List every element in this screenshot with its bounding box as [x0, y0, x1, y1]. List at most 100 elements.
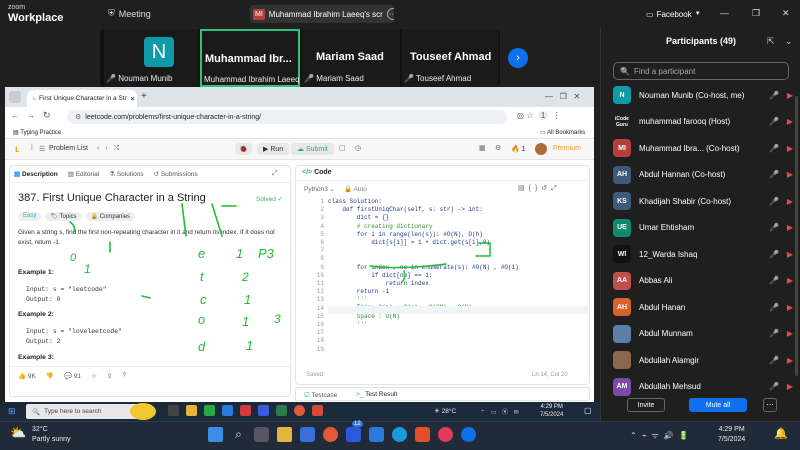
- edge-icon[interactable]: [392, 427, 407, 442]
- mic-off-icon[interactable]: 🎤: [769, 91, 779, 100]
- brave-icon[interactable]: [415, 427, 430, 442]
- tray-icons[interactable]: ⌃ ▭ ⦿ ✉: [480, 407, 521, 416]
- participant-row[interactable]: AA Abbas Ali 🎤 ▶: [601, 268, 800, 294]
- task-view-icon[interactable]: [168, 405, 179, 416]
- minimize-icon[interactable]: —: [720, 8, 729, 18]
- testcase-tab[interactable]: ☑ Testcase: [304, 391, 337, 399]
- chrome-icon[interactable]: [294, 405, 305, 416]
- layout-icon[interactable]: ▦: [479, 144, 486, 152]
- camera-off-icon[interactable]: ▶: [787, 144, 793, 153]
- remote-weather[interactable]: ☀ 28°C: [434, 407, 456, 415]
- chevron-down-icon[interactable]: ⌄: [785, 36, 793, 47]
- excel-icon[interactable]: [276, 405, 287, 416]
- forward-icon[interactable]: →: [27, 111, 35, 120]
- scrollbar[interactable]: [795, 96, 798, 376]
- participant-row[interactable]: AM Abdullah Mehsud 🎤 ▶: [601, 374, 800, 400]
- zoom-app-icon[interactable]: [300, 427, 315, 442]
- mic-off-icon[interactable]: 🎤: [769, 197, 779, 206]
- browser-tab[interactable]: ʟ First Unique Character in a Str ✕: [27, 90, 137, 107]
- search-icon[interactable]: ⌕: [231, 427, 246, 442]
- premium-link[interactable]: Premium: [553, 145, 581, 152]
- camera-off-icon[interactable]: ▶: [787, 117, 793, 126]
- avatar[interactable]: [535, 143, 547, 155]
- browser-toolbar-icons[interactable]: ◎ ☆ 1 ⋮: [517, 111, 561, 120]
- camera-off-icon[interactable]: ▶: [787, 197, 793, 206]
- remote-clock[interactable]: 4:29 PM 7/5/2024: [540, 403, 563, 419]
- chrome-icon[interactable]: [323, 427, 338, 442]
- word-icon[interactable]: [258, 405, 269, 416]
- popout-icon[interactable]: ⇱: [767, 36, 775, 47]
- mic-off-icon[interactable]: 🎤: [769, 329, 779, 338]
- mic-off-icon[interactable]: 🎤: [769, 276, 779, 285]
- participant-row[interactable]: MI Muhammad Ibra... (Co-host) 🎤 ▶: [601, 135, 800, 161]
- search-input[interactable]: 🔍 Find a participant: [613, 62, 789, 80]
- participant-row[interactable]: UE Umar Ehtisham 🎤 ▶: [601, 215, 800, 241]
- windows-start-icon[interactable]: ⊞: [8, 406, 16, 417]
- restore-icon[interactable]: ❐: [752, 8, 760, 19]
- close-tab-icon[interactable]: ✕: [130, 95, 135, 103]
- participant-row[interactable]: AH Abdul Hannan (Co-host) 🎤 ▶: [601, 162, 800, 188]
- settings-icon[interactable]: ⚙: [495, 144, 501, 152]
- participant-row[interactable]: AH Abdul Hanan 🎤 ▶: [601, 294, 800, 320]
- tab-menu-icon[interactable]: [9, 91, 21, 103]
- streak-count[interactable]: 🔥 1: [511, 145, 526, 153]
- camera-off-icon[interactable]: ▶: [787, 276, 793, 285]
- participant-row[interactable]: iCode Guru muhammad farooq (Host) 🎤 ▶: [601, 109, 800, 135]
- vscode-icon[interactable]: [369, 427, 384, 442]
- mic-off-icon[interactable]: 🎤: [769, 303, 779, 312]
- file-explorer-icon[interactable]: [186, 405, 197, 416]
- new-tab-icon[interactable]: +: [141, 91, 147, 102]
- next-page-button[interactable]: ›: [508, 48, 528, 68]
- video-tile-4[interactable]: Touseef Ahmad 🎤 Touseef Ahmad: [402, 29, 498, 87]
- camera-off-icon[interactable]: ▶: [787, 223, 793, 232]
- mic-off-icon[interactable]: 🎤: [769, 223, 779, 232]
- problem-list-link[interactable]: Problem List: [49, 145, 88, 152]
- camera-off-icon[interactable]: ▶: [787, 250, 793, 259]
- mic-off-icon[interactable]: 🎤: [769, 117, 779, 126]
- chrome-alt-icon[interactable]: [438, 427, 453, 442]
- participant-row[interactable]: WI 12_Warda Ishaq 🎤 ▶: [601, 241, 800, 267]
- weather-widget[interactable]: 32°C Partly sunny: [32, 425, 71, 445]
- more-options-icon[interactable]: ⋯: [763, 398, 777, 412]
- mic-off-icon[interactable]: 🎤: [769, 382, 779, 391]
- submit-button[interactable]: ☁ Submit: [291, 143, 334, 155]
- camera-off-icon[interactable]: ▶: [787, 91, 793, 100]
- note-icon[interactable]: ▢: [339, 144, 346, 152]
- all-bookmarks[interactable]: ▭ All Bookmarks: [540, 129, 585, 136]
- file-explorer-icon[interactable]: [277, 427, 292, 442]
- edge-icon[interactable]: [222, 405, 233, 416]
- task-view-icon[interactable]: [254, 427, 269, 442]
- mute-all-button[interactable]: Mute all: [689, 398, 747, 412]
- timer-icon[interactable]: ◷: [355, 144, 361, 152]
- mic-off-icon[interactable]: 🎤: [769, 356, 779, 365]
- notification-icon[interactable]: 🔔: [774, 427, 788, 440]
- problem-nav-icons[interactable]: ‹›⤮: [97, 145, 125, 153]
- participant-row[interactable]: KS Khadijah Shabir (Co-host) 🎤 ▶: [601, 188, 800, 214]
- taskbar-search[interactable]: 🔍 Type here to search: [26, 404, 146, 419]
- local-clock[interactable]: 4:29 PM 7/5/2024: [718, 425, 745, 445]
- wps-icon[interactable]: [240, 405, 251, 416]
- notification-icon[interactable]: ▢: [584, 406, 592, 415]
- site-info-icon[interactable]: ⚙: [75, 113, 81, 121]
- close-icon[interactable]: ✕: [782, 8, 790, 19]
- mic-off-icon[interactable]: 🎤: [769, 144, 779, 153]
- zoom-meeting-icon[interactable]: [461, 427, 476, 442]
- camera-off-icon[interactable]: ▶: [787, 329, 793, 338]
- video-tile-3[interactable]: Mariam Saad 🎤 Mariam Saad: [302, 29, 400, 87]
- participant-row[interactable]: Abdullah Alamgir 🎤 ▶: [601, 347, 800, 373]
- camera-off-icon[interactable]: ▶: [787, 303, 793, 312]
- mic-off-icon[interactable]: 🎤: [769, 250, 779, 259]
- video-tile-1[interactable]: N 🎤 Nouman Munib: [104, 29, 198, 87]
- window-controls[interactable]: — ❐ ✕: [545, 92, 580, 101]
- leetcode-logo-icon[interactable]: ʟ: [15, 144, 20, 155]
- system-tray[interactable]: ⌃⌁ᯤ🔊🔋: [630, 430, 694, 441]
- test-result-tab[interactable]: >_ Test Result: [356, 391, 397, 398]
- participant-row[interactable]: N Nouman Munib (Co-host, me) 🎤 ▶: [601, 82, 800, 108]
- video-tile-2[interactable]: Muhammad Ibr... Muhammad Ibrahim Laeeq: [200, 29, 300, 87]
- participant-row[interactable]: Abdul Munnam 🎤 ▶: [601, 321, 800, 347]
- mic-off-icon[interactable]: 🎤: [769, 170, 779, 179]
- back-icon[interactable]: ←: [11, 111, 19, 120]
- windows-start-icon[interactable]: [208, 427, 223, 442]
- more-icon[interactable]: ···: [386, 8, 394, 20]
- camera-off-icon[interactable]: ▶: [787, 356, 793, 365]
